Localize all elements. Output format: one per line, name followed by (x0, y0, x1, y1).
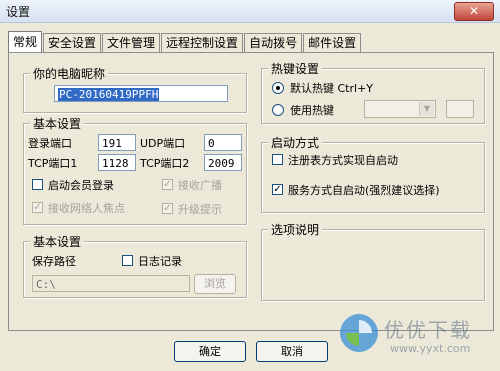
member-login-checkbox[interactable] (32, 179, 43, 190)
tab-auto-dial[interactable]: 自动拨号 (244, 33, 303, 52)
options-description-group: 选项说明 (261, 221, 485, 301)
registry-startup-checkbox[interactable] (272, 154, 283, 165)
nickname-group-label: 你的电脑昵称 (30, 65, 109, 82)
receive-broadcast-checkbox[interactable]: ✓ (162, 179, 173, 190)
cancel-button[interactable]: 取消 (256, 341, 328, 362)
hotkey-group: 热键设置 默认热键 Ctrl+Y 使用热键 ▼ (261, 60, 485, 124)
save-path-label: 保存路径 (32, 255, 76, 268)
basic-settings-label: 基本设置 (30, 115, 85, 132)
receive-lan-label: 接收网络人焦点 (48, 202, 125, 215)
service-startup-checkbox[interactable]: ✓ (272, 184, 283, 195)
log-record-checkbox[interactable] (122, 255, 133, 266)
chevron-down-icon: ▼ (419, 102, 434, 116)
general-panel: 你的电脑昵称 PC-20160419PPFH 基本设置 登录端口 191 UDP… (8, 52, 494, 331)
tab-mail[interactable]: 邮件设置 (303, 33, 362, 52)
service-startup-label: 服务方式自启动(强烈建议选择) (288, 184, 440, 197)
watermark: 优优下载 www.yyxt.com (336, 308, 498, 364)
tab-strip: 常规 安全设置 文件管理 远程控制设置 自动拨号 邮件设置 (8, 31, 362, 53)
options-description-label: 选项说明 (268, 221, 323, 238)
tab-general[interactable]: 常规 (8, 31, 43, 52)
tcp2-port-label: TCP端口2 (140, 157, 190, 170)
tab-file-management[interactable]: 文件管理 (102, 33, 161, 52)
browse-button[interactable]: 浏览 (194, 274, 236, 294)
tab-remote-control[interactable]: 远程控制设置 (161, 33, 244, 52)
udp-port-label: UDP端口 (140, 137, 186, 150)
use-hotkey-radio[interactable] (272, 104, 284, 116)
save-settings-group: 基本设置 保存路径 日志记录 C:\ 浏览 (23, 233, 247, 298)
watermark-text: 优优下载 (384, 318, 472, 342)
log-record-label: 日志记录 (138, 255, 182, 268)
use-hotkey-label: 使用热键 (290, 104, 334, 117)
nickname-group: 你的电脑昵称 PC-20160419PPFH (23, 65, 247, 113)
tcp1-port-input[interactable]: 1128 (98, 154, 136, 171)
watermark-logo-icon (340, 314, 378, 352)
hotkey-key-box[interactable] (446, 100, 474, 118)
upgrade-hint-label: 升级提示 (178, 203, 222, 216)
login-port-input[interactable]: 191 (98, 134, 136, 151)
default-hotkey-label: 默认热键 Ctrl+Y (290, 82, 374, 95)
hotkey-combo[interactable]: ▼ (364, 100, 436, 118)
receive-lan-checkbox[interactable]: ✓ (32, 202, 43, 213)
receive-broadcast-label: 接收广播 (178, 179, 222, 192)
startup-group: 启动方式 注册表方式实现自启动 ✓ 服务方式自启动(强烈建议选择) (261, 134, 485, 213)
nickname-value: PC-20160419PPFH (58, 88, 160, 101)
window-title: 设置 (6, 5, 31, 19)
registry-startup-label: 注册表方式实现自启动 (288, 154, 398, 167)
watermark-url: www.yyxt.com (390, 342, 471, 355)
tab-security[interactable]: 安全设置 (43, 33, 102, 52)
member-login-label: 启动会员登录 (48, 179, 114, 192)
nickname-input[interactable]: PC-20160419PPFH (54, 85, 228, 102)
save-settings-label: 基本设置 (30, 233, 85, 250)
udp-port-input[interactable]: 0 (204, 134, 242, 151)
save-path-input[interactable]: C:\ (32, 275, 190, 292)
tcp2-port-input[interactable]: 2009 (204, 154, 242, 171)
ok-button[interactable]: 确定 (174, 341, 246, 362)
close-icon: ✕ (468, 4, 480, 18)
upgrade-hint-checkbox[interactable]: ✓ (162, 203, 173, 214)
close-button[interactable]: ✕ (454, 2, 494, 21)
hotkey-group-label: 热键设置 (268, 60, 323, 77)
tcp1-port-label: TCP端口1 (28, 157, 78, 170)
startup-group-label: 启动方式 (268, 134, 323, 151)
title-bar: 设置 ✕ (0, 0, 500, 23)
basic-settings-group: 基本设置 登录端口 191 UDP端口 0 TCP端口1 1128 TCP端口2… (23, 115, 247, 225)
default-hotkey-radio[interactable] (272, 82, 284, 94)
login-port-label: 登录端口 (28, 137, 72, 150)
